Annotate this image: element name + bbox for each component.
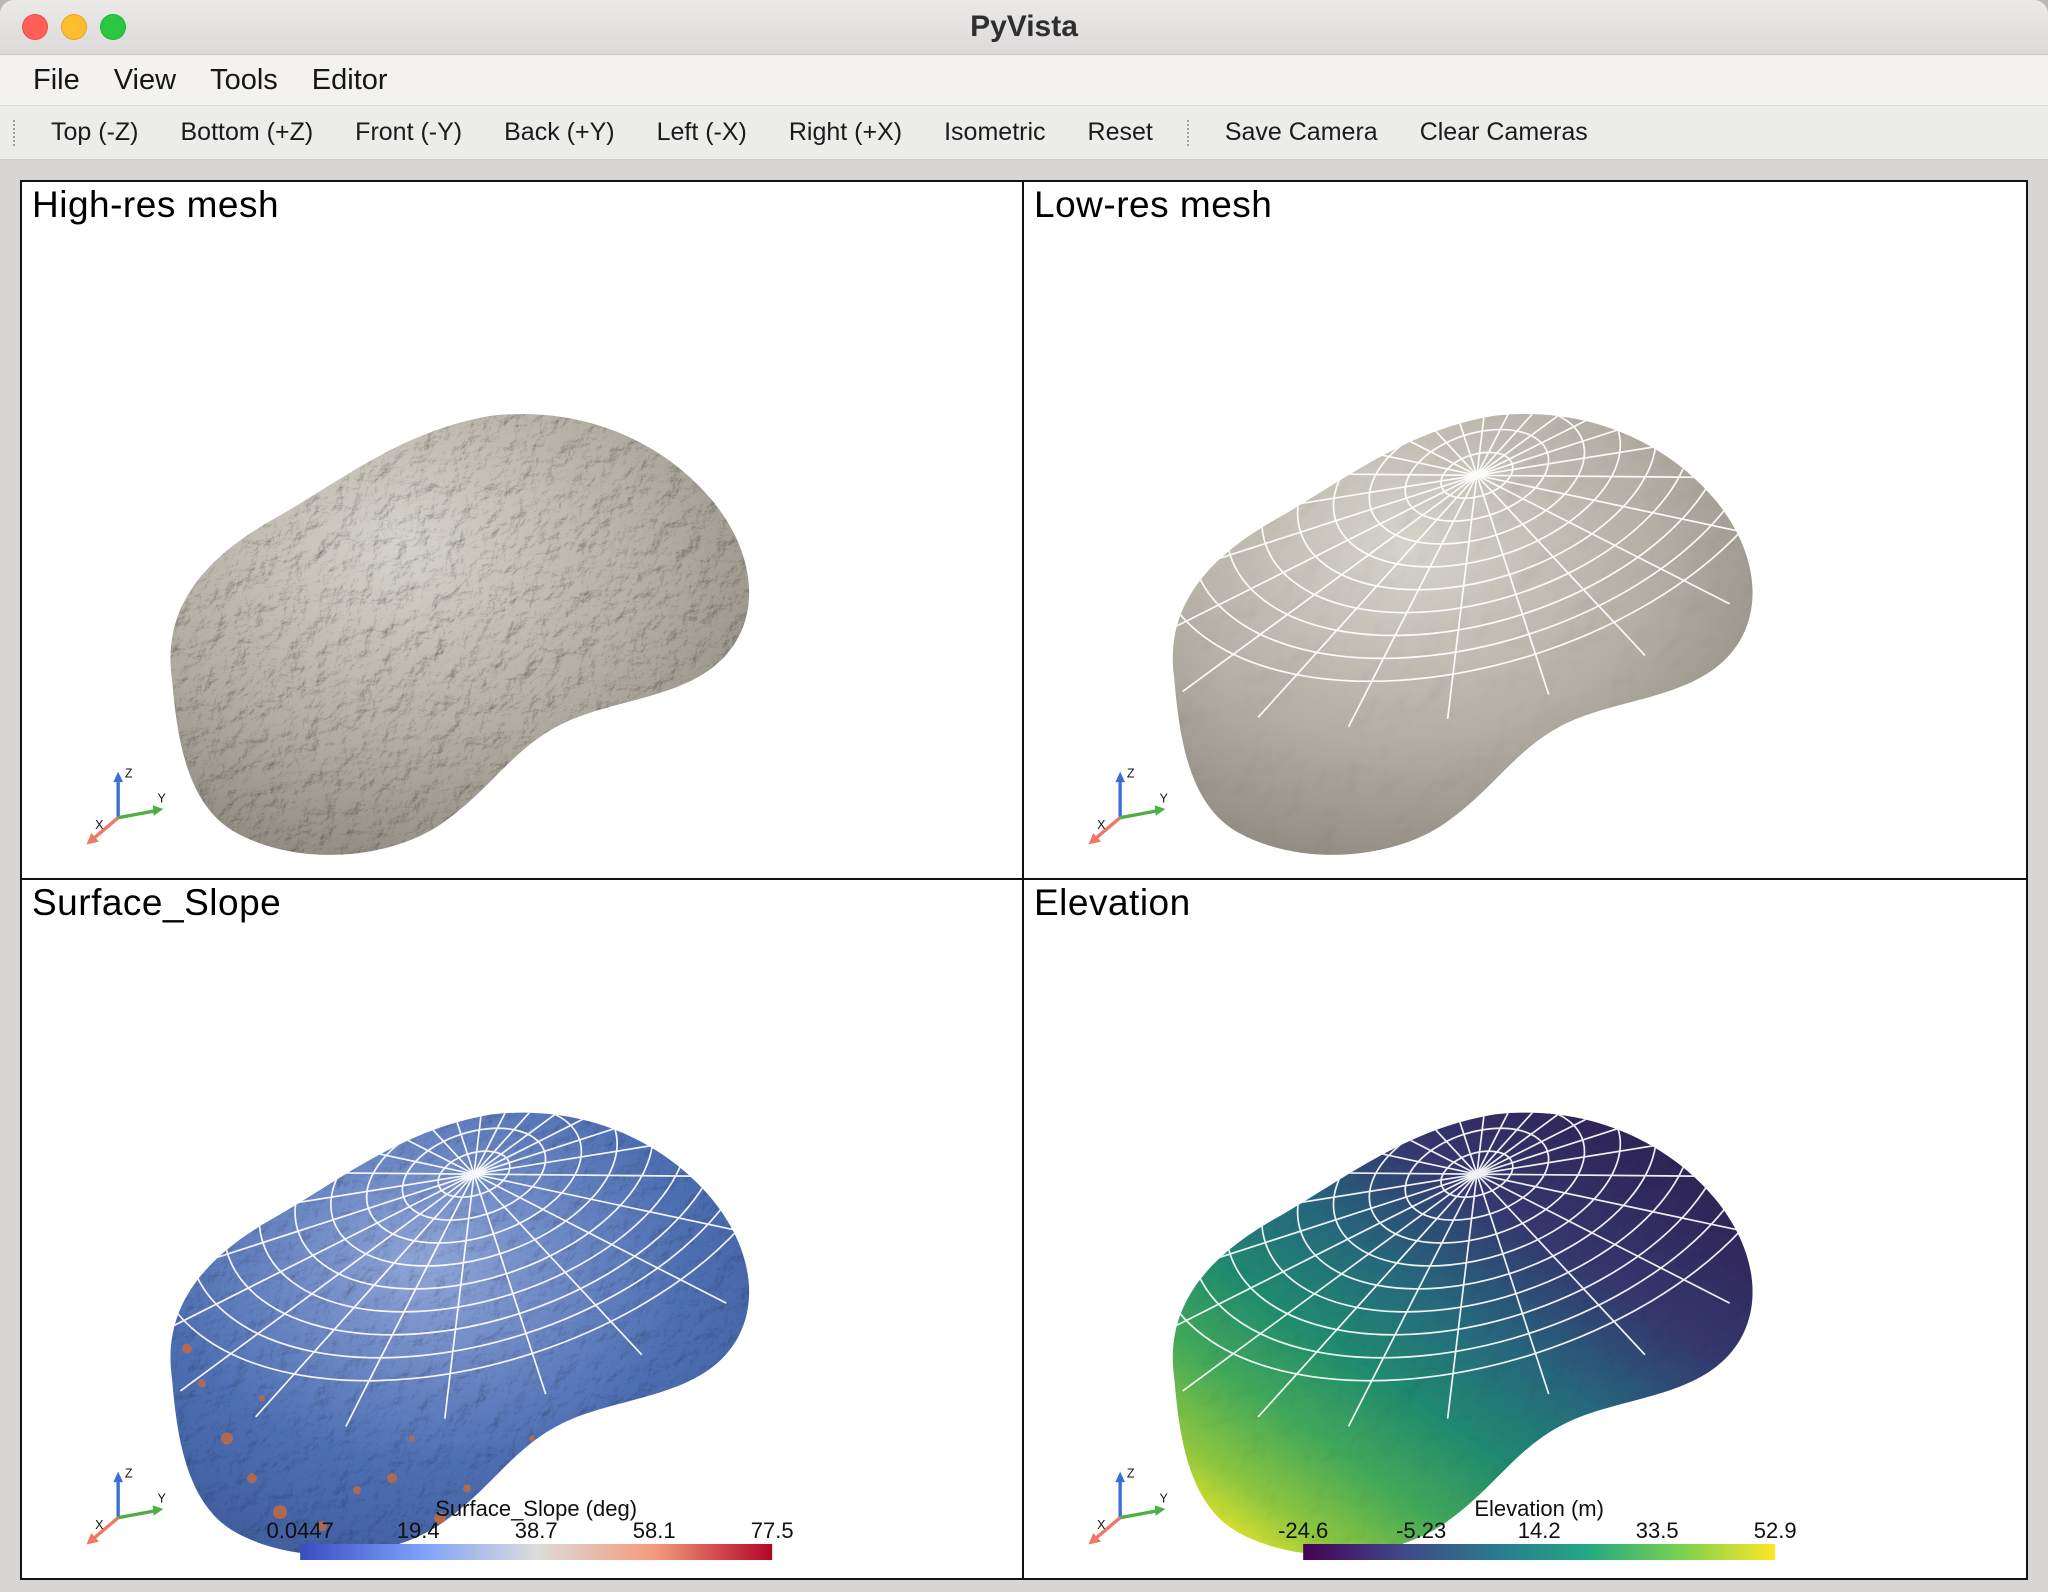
orientation-axes-widget: Z Y X xyxy=(74,762,170,858)
slope-mesh-svg xyxy=(22,880,1022,1578)
render-canvas-surface-slope[interactable] xyxy=(22,880,1022,1578)
render-canvas-low-res[interactable] xyxy=(1024,182,2026,878)
tick-label: -24.6 xyxy=(1278,1518,1328,1544)
scalar-bar-ticks: -24.6 -5.23 14.2 33.5 52.9 xyxy=(1303,1516,1775,1544)
y-axis-label: Y xyxy=(158,791,167,805)
menu-view[interactable]: View xyxy=(97,64,193,97)
menu-editor[interactable]: Editor xyxy=(295,64,405,97)
y-axis-label: Y xyxy=(1160,1491,1169,1505)
view-reset-button[interactable]: Reset xyxy=(1067,118,1174,147)
title-bar: PyVista xyxy=(0,0,2048,55)
app-window: PyVista File View Tools Editor Top (-Z) … xyxy=(0,0,2048,1592)
viewport-low-res: Low-res mesh Z Y X xyxy=(1024,182,2026,880)
elev-mesh-svg xyxy=(1024,880,2026,1578)
viewport-surface-slope: Surface_Slope Z Y X Surface_Slope (deg) 0.… xyxy=(22,880,1024,1578)
x-axis-label: X xyxy=(95,818,104,832)
view-bottom-button[interactable]: Bottom (+Z) xyxy=(160,118,335,147)
render-canvas-high-res[interactable] xyxy=(22,182,1022,878)
menu-file[interactable]: File xyxy=(16,64,97,97)
view-back-button[interactable]: Back (+Y) xyxy=(483,118,635,147)
tick-label: 0.0447 xyxy=(267,1518,334,1544)
high-mesh-svg xyxy=(22,182,1022,878)
tick-label: 33.5 xyxy=(1636,1518,1679,1544)
clear-cameras-button[interactable]: Clear Cameras xyxy=(1399,118,1609,147)
view-isometric-button[interactable]: Isometric xyxy=(923,118,1066,147)
scalar-bar-ticks: 0.0447 19.4 38.7 58.1 77.5 xyxy=(300,1516,772,1544)
viewport-label: Surface_Slope xyxy=(32,882,281,924)
traffic-lights xyxy=(22,14,126,40)
colorbar-viridis xyxy=(1303,1544,1775,1560)
orientation-axes-widget: Z Y X xyxy=(1076,1462,1172,1558)
view-left-button[interactable]: Left (-X) xyxy=(636,118,768,147)
viewport-grid: High-res mesh Z Y X Low-res mesh Z Y X Surfa… xyxy=(20,180,2028,1580)
viewport-elevation: Elevation Z Y X Elevation (m) -24.6 -5.23 … xyxy=(1024,880,2026,1578)
view-right-button[interactable]: Right (+X) xyxy=(768,118,923,147)
menu-tools[interactable]: Tools xyxy=(193,64,295,97)
scalar-bar-surface-slope[interactable]: Surface_Slope (deg) 0.0447 19.4 38.7 58.… xyxy=(300,1496,772,1560)
x-axis-label: X xyxy=(1097,1518,1106,1532)
x-axis-label: X xyxy=(1097,818,1106,832)
z-axis-label: Z xyxy=(1127,766,1135,780)
orientation-axes-widget: Z Y X xyxy=(74,1462,170,1558)
orientation-axes-widget: Z Y X xyxy=(1076,762,1172,858)
render-canvas-elevation[interactable] xyxy=(1024,880,2026,1578)
tick-label: 38.7 xyxy=(515,1518,558,1544)
y-axis-label: Y xyxy=(1160,791,1169,805)
menu-bar: File View Tools Editor xyxy=(0,55,2048,106)
viewport-label: Low-res mesh xyxy=(1034,184,1272,226)
low-mesh-svg xyxy=(1024,182,2026,878)
toolbar-handle[interactable] xyxy=(1187,120,1193,146)
z-axis-label: Z xyxy=(1127,1466,1135,1480)
window-title: PyVista xyxy=(0,10,2048,44)
axes-triad-svg: Z Y X xyxy=(1076,762,1172,858)
view-top-button[interactable]: Top (-Z) xyxy=(30,118,160,147)
axes-triad-svg: Z Y X xyxy=(1076,1462,1172,1558)
colorbar-coolwarm xyxy=(300,1544,772,1560)
tick-label: 52.9 xyxy=(1754,1518,1797,1544)
camera-toolbar: Top (-Z) Bottom (+Z) Front (-Y) Back (+Y… xyxy=(0,106,2048,160)
scalar-bar-elevation[interactable]: Elevation (m) -24.6 -5.23 14.2 33.5 52.9 xyxy=(1303,1496,1775,1560)
close-button[interactable] xyxy=(22,14,48,40)
z-axis-label: Z xyxy=(125,1466,133,1480)
toolbar-handle[interactable] xyxy=(13,120,19,146)
viewport-high-res: High-res mesh Z Y X xyxy=(22,182,1024,880)
tick-label: 58.1 xyxy=(633,1518,676,1544)
tick-label: 14.2 xyxy=(1518,1518,1561,1544)
main-area: High-res mesh Z Y X Low-res mesh Z Y X Surfa… xyxy=(0,160,2048,1592)
x-axis-label: X xyxy=(95,1518,104,1532)
y-axis-label: Y xyxy=(158,1491,167,1505)
axes-triad-svg: Z Y X xyxy=(74,1462,170,1558)
view-front-button[interactable]: Front (-Y) xyxy=(334,118,483,147)
axes-triad-svg: Z Y X xyxy=(74,762,170,858)
viewport-label: High-res mesh xyxy=(32,184,279,226)
tick-label: 77.5 xyxy=(751,1518,794,1544)
zoom-button[interactable] xyxy=(100,14,126,40)
minimize-button[interactable] xyxy=(61,14,87,40)
save-camera-button[interactable]: Save Camera xyxy=(1204,118,1399,147)
viewport-label: Elevation xyxy=(1034,882,1191,924)
tick-label: 19.4 xyxy=(397,1518,440,1544)
tick-label: -5.23 xyxy=(1396,1518,1446,1544)
z-axis-label: Z xyxy=(125,766,133,780)
